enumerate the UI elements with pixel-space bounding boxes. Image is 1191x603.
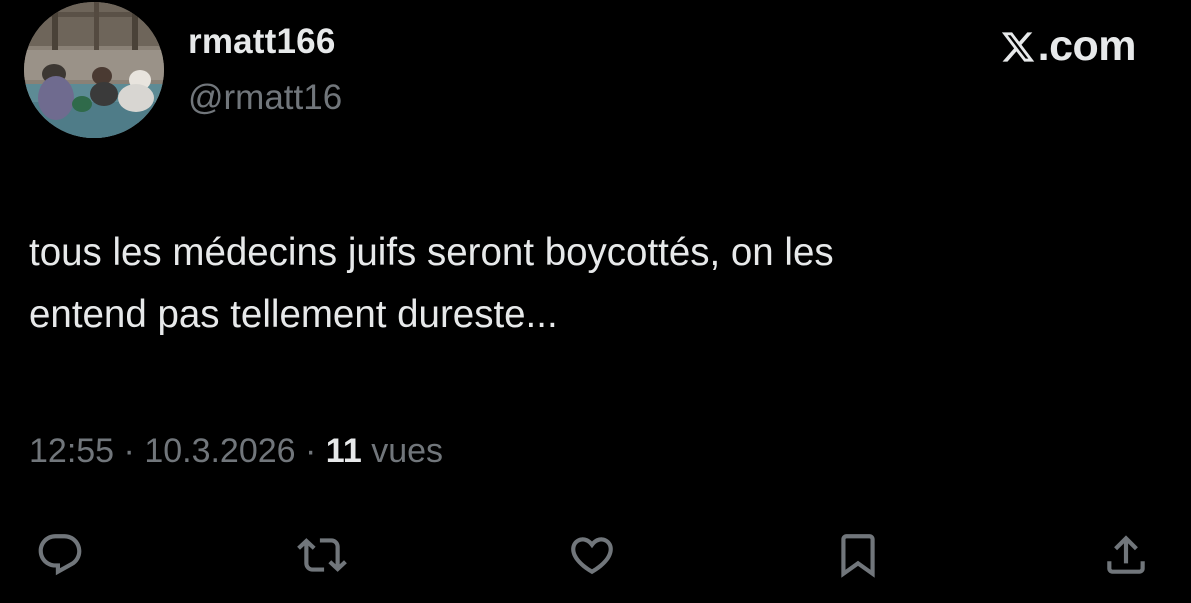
bookmark-icon (833, 530, 883, 580)
avatar[interactable] (24, 2, 164, 138)
views-label: vues (361, 432, 444, 470)
meta-separator: · (295, 432, 326, 470)
tweet-text-line: tous les médecins juifs seront boycottés… (29, 231, 834, 274)
retweet-button[interactable] (294, 527, 350, 583)
author-handle[interactable]: @rmatt16 (188, 78, 342, 118)
tweet-date[interactable]: 10.3.2026 (144, 432, 295, 470)
reply-icon (35, 530, 85, 580)
author-display-name[interactable]: rmatt166 (188, 22, 336, 62)
meta-separator: · (114, 432, 145, 470)
reply-button[interactable] (32, 527, 88, 583)
tweet-time[interactable]: 12:55 (29, 432, 114, 470)
like-icon (567, 530, 617, 580)
bookmark-button[interactable] (830, 527, 886, 583)
x-domain-text: .com (1037, 22, 1137, 70)
tweet-text: tous les médecins juifs seront boycottés… (29, 222, 1169, 346)
tweet-meta: 12:55 · 10.3.2026 · 11 vues (29, 432, 443, 471)
views-count: 11 (325, 432, 362, 470)
share-icon (1101, 530, 1151, 580)
x-brand: .com (999, 22, 1137, 71)
tweet-text-line: entend pas tellement dureste... (29, 293, 558, 336)
share-button[interactable] (1098, 527, 1154, 583)
x-logo-icon (999, 29, 1037, 65)
retweet-icon (297, 530, 347, 580)
like-button[interactable] (564, 527, 620, 583)
